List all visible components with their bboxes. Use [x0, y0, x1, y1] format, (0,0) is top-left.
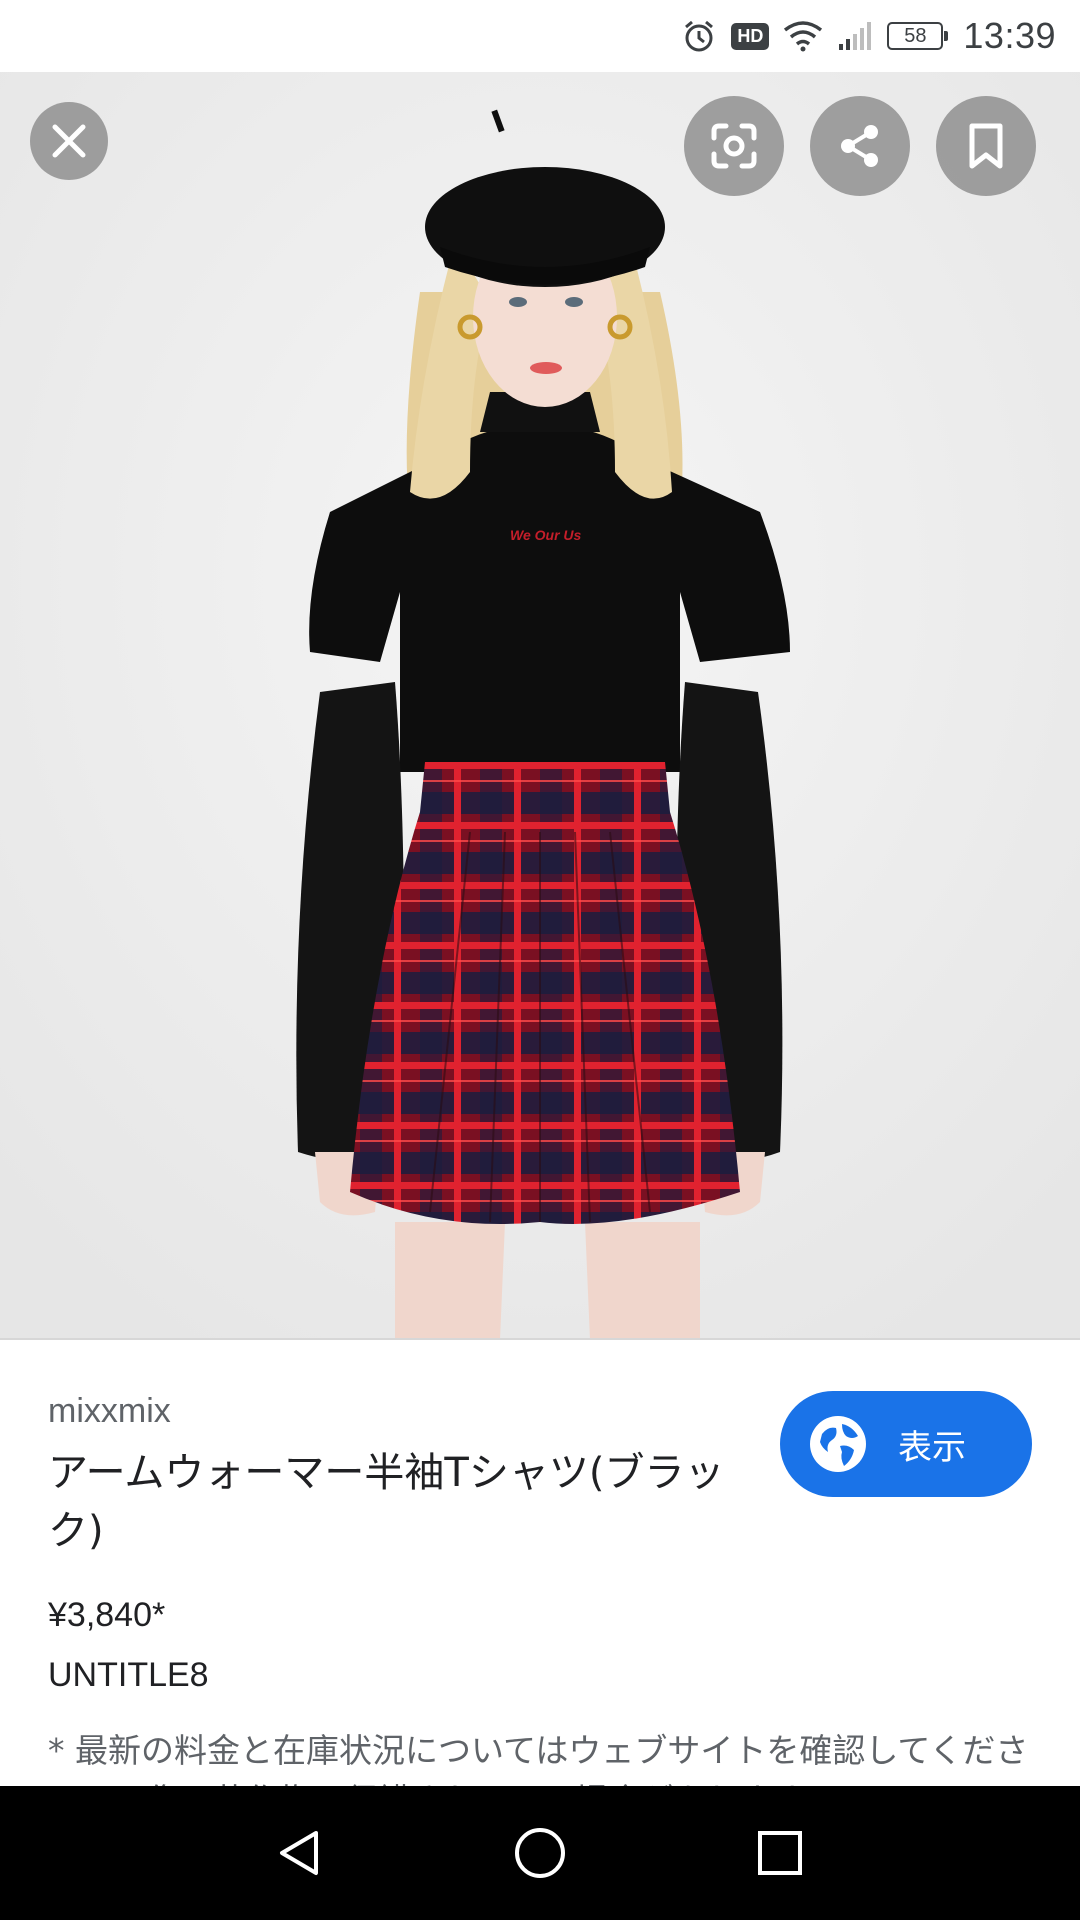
product-title[interactable]: アームウォーマー半袖Tシャツ(ブラック): [48, 1444, 748, 1560]
lens-icon: [711, 123, 757, 169]
clock: 13:39: [963, 15, 1056, 56]
back-button[interactable]: [230, 1786, 370, 1920]
close-icon: [52, 124, 86, 158]
result-info-panel: mixxmix アームウォーマー半袖Tシャツ(ブラック) 表示 ¥3,840* …: [0, 1340, 1080, 1786]
recents-button[interactable]: [710, 1786, 850, 1920]
shirt-print-text: We Our Us: [510, 527, 582, 543]
seller-name: UNTITLE8: [48, 1656, 209, 1694]
wifi-icon: [783, 20, 823, 52]
site-name[interactable]: mixxmix: [48, 1392, 171, 1431]
lens-button[interactable]: [684, 96, 784, 196]
view-button[interactable]: 表示: [780, 1391, 1032, 1497]
signal-icon: [837, 20, 873, 52]
view-button-label: 表示: [898, 1427, 966, 1468]
battery-icon: 58: [887, 22, 949, 50]
home-icon: [515, 1828, 565, 1878]
bookmark-icon: [969, 123, 1003, 169]
home-button[interactable]: [470, 1786, 610, 1920]
back-icon: [280, 1831, 318, 1875]
hd-icon: HD: [731, 22, 770, 50]
disclaimer-text: * 最新の料金と在庫状況についてはウェブサイトを確認してください。画像は著作権で…: [48, 1731, 1029, 1786]
close-button[interactable]: [30, 102, 108, 180]
alarm-icon: [681, 18, 717, 54]
share-button[interactable]: [810, 96, 910, 196]
globe-icon: [810, 1416, 866, 1472]
price: ¥3,840*: [48, 1596, 166, 1634]
product-image-viewer[interactable]: We Our Us: [0, 72, 1080, 1340]
recents-icon: [758, 1831, 802, 1875]
navigation-bar: [0, 1786, 1080, 1920]
status-bar: HD 58 13:39: [0, 0, 1080, 72]
product-photo: [0, 72, 1080, 1338]
save-button[interactable]: [936, 96, 1036, 196]
share-icon: [841, 125, 878, 167]
